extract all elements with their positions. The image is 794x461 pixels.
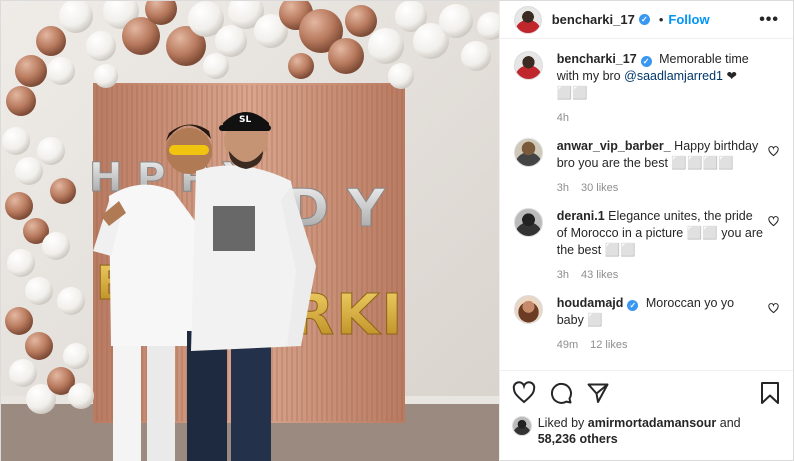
cap-logo: SL <box>239 115 251 125</box>
white-balloon <box>461 41 491 71</box>
caption-mention-link[interactable]: @saadlamjarred1 <box>624 69 723 83</box>
bronze-balloon <box>25 332 53 360</box>
post-side-panel: bencharki_17 ✓ • Follow ••• bencharki_17… <box>498 1 793 461</box>
commenter-username[interactable]: anwar_vip_barber_ <box>557 139 671 153</box>
white-balloon <box>7 249 35 277</box>
commenter-username[interactable]: houdamajd <box>557 296 624 310</box>
white-balloon <box>439 4 473 38</box>
white-balloon <box>9 359 37 387</box>
liked-by-mid: and <box>716 416 741 430</box>
bronze-balloon <box>345 5 377 37</box>
heart-icon[interactable] <box>512 381 536 405</box>
comments-list[interactable]: bencharki_17 ✓ Memorable time with my bro… <box>500 39 793 370</box>
bronze-balloon <box>6 86 36 116</box>
white-balloon <box>86 31 116 61</box>
verified-badge-icon: ✓ <box>627 300 639 311</box>
action-bar <box>512 380 781 406</box>
caption-time[interactable]: 4h <box>557 112 569 124</box>
comment-likes[interactable]: 30 likes <box>581 182 618 194</box>
commenter-username[interactable]: derani.1 <box>557 209 605 223</box>
verified-badge-icon: ✓ <box>640 56 652 67</box>
more-options-icon[interactable]: ••• <box>759 11 779 29</box>
bronze-balloon <box>5 192 33 220</box>
comment-icon[interactable] <box>549 381 573 405</box>
post-actions: Liked by amirmortadamansour and 58,236 o… <box>499 370 793 461</box>
commenter-avatar[interactable] <box>513 295 543 324</box>
caption: bencharki_17 ✓ Memorable time with my bro… <box>513 51 779 127</box>
header-separator: • <box>658 12 664 27</box>
comment-like-heart-icon[interactable] <box>768 216 779 227</box>
bookmark-icon[interactable] <box>759 381 781 405</box>
white-balloon <box>47 57 75 85</box>
white-balloon <box>57 287 85 315</box>
white-balloon <box>68 383 94 409</box>
liked-by-count[interactable]: 58,236 others <box>538 432 618 446</box>
comment-time[interactable]: 3h <box>557 269 569 281</box>
white-balloon <box>203 53 229 79</box>
comment-likes[interactable]: 43 likes <box>581 269 618 281</box>
white-balloon <box>37 137 65 165</box>
liked-by-user[interactable]: amirmortadamansour <box>588 416 717 430</box>
follow-button[interactable]: Follow <box>668 12 709 27</box>
liked-by-prefix: Liked by <box>537 416 588 430</box>
white-balloon <box>42 232 70 260</box>
white-balloon <box>2 127 30 155</box>
birthday-photo-illustration: H P P Y B RKI D Y <box>1 1 499 461</box>
post-header: bencharki_17 ✓ • Follow ••• <box>499 1 793 39</box>
bronze-balloon <box>288 53 314 79</box>
bronze-balloon <box>50 178 76 204</box>
bronze-balloon <box>5 307 33 335</box>
caption-username[interactable]: bencharki_17 <box>557 52 637 66</box>
comment-like-heart-icon[interactable] <box>768 146 779 157</box>
white-balloon <box>63 343 89 369</box>
white-balloon <box>94 64 118 88</box>
white-balloon <box>388 63 414 89</box>
comment-like-heart-icon[interactable] <box>768 303 779 314</box>
comment-item: derani.1 Elegance unites, the pride of M… <box>513 208 779 284</box>
commenter-avatar[interactable] <box>513 138 543 167</box>
white-balloon <box>25 277 53 305</box>
commenter-avatar[interactable] <box>513 208 543 237</box>
white-balloon <box>368 28 404 64</box>
comment-time[interactable]: 3h <box>557 182 569 194</box>
instagram-post: H P P Y B RKI D Y <box>0 0 794 461</box>
post-photo[interactable]: H P P Y B RKI D Y <box>1 1 499 461</box>
share-icon[interactable] <box>586 381 610 405</box>
verified-badge-icon: ✓ <box>638 14 650 25</box>
caption-avatar[interactable] <box>513 51 543 80</box>
bronze-balloon <box>36 26 66 56</box>
liker-avatar[interactable] <box>511 416 532 436</box>
author-avatar[interactable] <box>513 5 542 34</box>
comment-likes[interactable]: 12 likes <box>590 339 627 351</box>
author-username[interactable]: bencharki_17 <box>552 12 635 27</box>
comment-item: anwar_vip_barber_ Happy birthday bro you… <box>513 138 779 197</box>
bronze-balloon <box>328 38 364 74</box>
comment-item: houdamajd ✓ Moroccan yo yo baby ⬜ 49m 12 l… <box>513 295 779 354</box>
white-balloon <box>215 25 247 57</box>
comment-time[interactable]: 49m <box>557 339 578 351</box>
liked-by: Liked by amirmortadamansour and 58,236 o… <box>511 415 781 447</box>
bronze-balloon <box>15 55 47 87</box>
white-balloon <box>15 157 43 185</box>
